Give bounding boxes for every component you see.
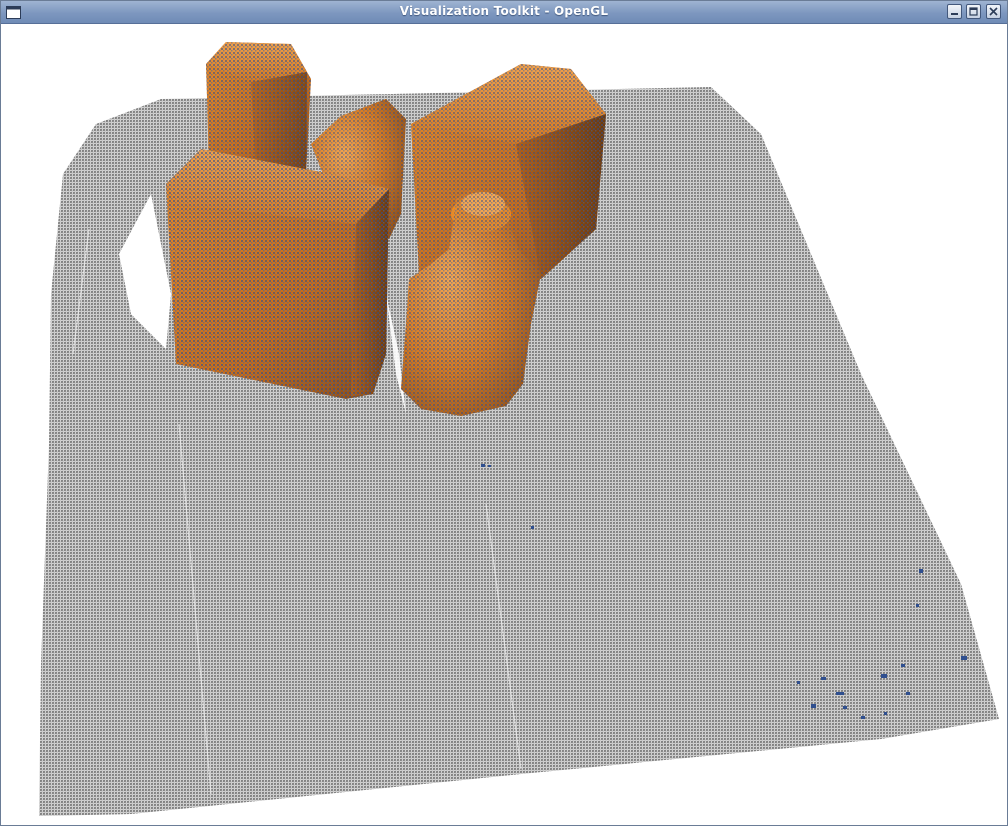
object-box-front-left: [166, 149, 389, 399]
minimize-button[interactable]: [947, 4, 962, 19]
close-icon: [989, 7, 998, 16]
close-button[interactable]: [986, 4, 1001, 19]
minimize-icon: [951, 13, 958, 15]
vtk-window: Visualization Toolkit - OpenGL: [0, 0, 1008, 826]
maximize-button[interactable]: [966, 4, 981, 19]
maximize-icon: [969, 7, 978, 16]
title-bar[interactable]: Visualization Toolkit - OpenGL: [1, 1, 1007, 24]
window-title: Visualization Toolkit - OpenGL: [399, 4, 609, 18]
point-cloud-render: [39, 42, 999, 816]
render-viewport[interactable]: [1, 24, 1007, 825]
